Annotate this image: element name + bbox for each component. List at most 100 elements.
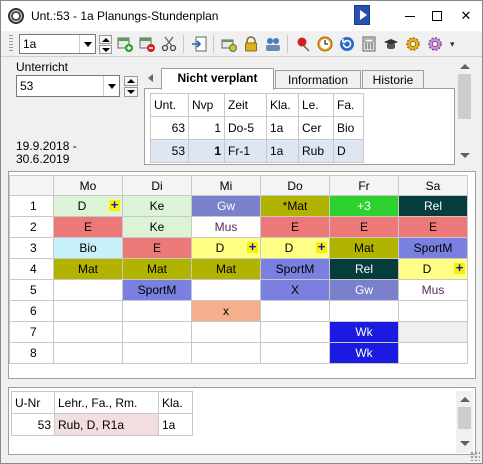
print-preview-icon[interactable] bbox=[221, 36, 237, 52]
lock-icon[interactable] bbox=[243, 36, 259, 52]
options-gear-icon[interactable] bbox=[427, 36, 443, 52]
timetable-cell[interactable]: D + bbox=[260, 237, 330, 259]
toolbar-grip[interactable] bbox=[9, 35, 13, 52]
timetable-cell[interactable] bbox=[53, 279, 123, 301]
play-icon[interactable] bbox=[354, 5, 370, 25]
timetable-cell[interactable]: Mat bbox=[53, 258, 123, 280]
scroll-up-icon[interactable] bbox=[460, 397, 470, 402]
top-scrollbar[interactable] bbox=[456, 58, 473, 165]
timetable-cell[interactable] bbox=[191, 342, 261, 364]
class-spin-up[interactable] bbox=[99, 35, 112, 44]
col-header[interactable]: Zeit bbox=[224, 93, 267, 117]
calculator-icon[interactable] bbox=[361, 36, 377, 52]
col-header[interactable]: Fa. bbox=[333, 93, 364, 117]
timetable-cell[interactable]: Wk bbox=[329, 321, 399, 343]
refresh-icon[interactable] bbox=[339, 36, 355, 52]
close-button[interactable]: ✕ bbox=[451, 1, 481, 31]
timetable-cell[interactable]: Rel bbox=[329, 258, 399, 280]
plus-icon[interactable]: + bbox=[247, 240, 258, 253]
timetable-cell[interactable] bbox=[53, 300, 123, 322]
timetable-cell[interactable]: Mus bbox=[191, 216, 261, 238]
timetable-cell[interactable]: E bbox=[329, 216, 399, 238]
col-header[interactable]: Le. bbox=[298, 93, 334, 117]
timetable-cell[interactable]: E bbox=[53, 216, 123, 238]
col-header[interactable]: Unt. bbox=[150, 93, 189, 117]
delete-lesson-icon[interactable] bbox=[139, 36, 155, 52]
timetable-cell[interactable]: Ke bbox=[122, 195, 192, 217]
cut-icon[interactable] bbox=[161, 36, 177, 52]
tab-historie[interactable]: Historie bbox=[362, 70, 424, 89]
timetable-cell[interactable]: Gw bbox=[329, 279, 399, 301]
col-header[interactable]: U-Nr bbox=[11, 391, 55, 414]
scroll-down-icon[interactable] bbox=[460, 153, 470, 158]
chevron-down-icon[interactable] bbox=[79, 35, 95, 53]
bottom-scrollbar[interactable] bbox=[456, 391, 473, 453]
chevron-down-icon[interactable] bbox=[103, 76, 119, 96]
scrollbar-thumb[interactable] bbox=[458, 407, 471, 429]
graduation-cap-icon[interactable] bbox=[383, 36, 399, 52]
timetable-cell[interactable]: Mat bbox=[329, 237, 399, 259]
timetable-cell[interactable] bbox=[53, 321, 123, 343]
timetable-cell[interactable]: Wk bbox=[329, 342, 399, 364]
cell-class[interactable]: 1a bbox=[158, 413, 193, 436]
col-header[interactable]: Kla. bbox=[266, 93, 299, 117]
timetable-cell[interactable]: Mus bbox=[398, 279, 468, 301]
unterricht-spin-up[interactable] bbox=[124, 76, 138, 86]
clock-icon[interactable] bbox=[317, 36, 333, 52]
class-select[interactable]: 1a bbox=[19, 34, 96, 54]
timetable-cell[interactable] bbox=[191, 279, 261, 301]
settings-icon[interactable] bbox=[405, 36, 421, 52]
timetable-cell[interactable]: Ke bbox=[122, 216, 192, 238]
table-row[interactable]: 63 1 Do-5 1a Cer Bio bbox=[150, 116, 364, 140]
timetable-cell[interactable] bbox=[122, 321, 192, 343]
add-lesson-icon[interactable] bbox=[117, 36, 133, 52]
col-header[interactable]: Kla. bbox=[158, 391, 193, 414]
timetable-cell[interactable]: SportM bbox=[398, 237, 468, 259]
timetable-cell[interactable] bbox=[53, 342, 123, 364]
col-header[interactable]: Lehr., Fa., Rm. bbox=[54, 391, 159, 414]
plus-icon[interactable]: + bbox=[109, 198, 120, 211]
timetable-cell[interactable]: E bbox=[260, 216, 330, 238]
timetable-cell[interactable] bbox=[398, 342, 468, 364]
scroll-up-icon[interactable] bbox=[460, 64, 470, 69]
timetable-cell[interactable]: Rel bbox=[398, 195, 468, 217]
unterricht-spin-down[interactable] bbox=[124, 87, 138, 97]
scroll-down-icon[interactable] bbox=[460, 441, 470, 446]
timetable-cell[interactable]: +3 bbox=[329, 195, 399, 217]
col-header[interactable]: Nvp bbox=[188, 93, 225, 117]
resize-grip[interactable] bbox=[470, 451, 480, 461]
scrollbar-thumb[interactable] bbox=[458, 74, 471, 119]
timetable-cell[interactable] bbox=[398, 321, 468, 343]
plus-icon[interactable]: + bbox=[454, 261, 465, 274]
timetable-cell[interactable]: SportM bbox=[122, 279, 192, 301]
minimize-button[interactable] bbox=[395, 1, 425, 31]
timetable-cell[interactable]: E bbox=[122, 237, 192, 259]
class-spin-down[interactable] bbox=[99, 45, 112, 54]
tab-scroll-left-icon[interactable] bbox=[148, 74, 153, 82]
timetable-cell[interactable]: Mat bbox=[191, 258, 261, 280]
timetable-cell[interactable]: SportM bbox=[260, 258, 330, 280]
timetable-cell[interactable]: D + bbox=[191, 237, 261, 259]
timetable-cell[interactable] bbox=[191, 321, 261, 343]
group-icon[interactable] bbox=[265, 36, 281, 52]
timetable-cell[interactable]: Gw bbox=[191, 195, 261, 217]
unterricht-select[interactable]: 53 bbox=[16, 75, 120, 97]
timetable-cell[interactable] bbox=[122, 300, 192, 322]
cell-teacher-subject-room[interactable]: Rub, D, R1a bbox=[54, 413, 159, 436]
timetable-cell[interactable] bbox=[260, 342, 330, 364]
timetable-cell[interactable]: D + bbox=[53, 195, 123, 217]
timetable-cell[interactable]: *Mat bbox=[260, 195, 330, 217]
table-row[interactable]: 53 Rub, D, R1a 1a bbox=[11, 413, 193, 436]
maximize-button[interactable] bbox=[422, 1, 452, 31]
toolbar-overflow-icon[interactable]: ▾ bbox=[450, 39, 455, 50]
timetable-cell[interactable]: D + bbox=[398, 258, 468, 280]
timetable-cell[interactable] bbox=[260, 300, 330, 322]
plus-icon[interactable]: + bbox=[316, 240, 327, 253]
timetable-cell[interactable]: X bbox=[260, 279, 330, 301]
tab-information[interactable]: Information bbox=[275, 70, 361, 89]
timetable-cell[interactable]: Bio bbox=[53, 237, 123, 259]
timetable-cell[interactable] bbox=[398, 300, 468, 322]
pin-icon[interactable] bbox=[295, 36, 311, 52]
timetable-cell[interactable]: x bbox=[191, 300, 261, 322]
timetable-cell[interactable] bbox=[329, 300, 399, 322]
